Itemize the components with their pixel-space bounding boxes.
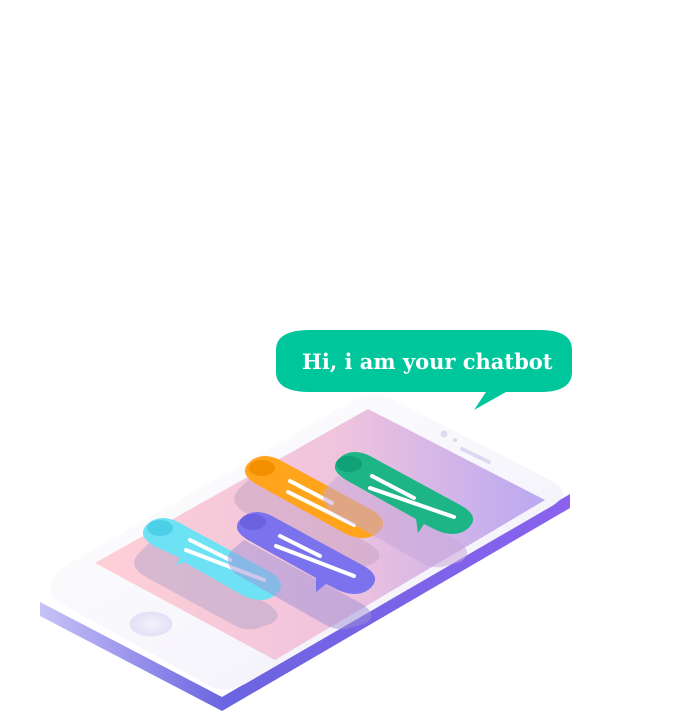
camera-icon [440, 430, 448, 438]
chatbot-phone-illustration: Hi, i am your chatbot [40, 330, 572, 711]
avatar-icon [249, 460, 275, 476]
illustration: Hi, i am your chatbot [0, 0, 680, 719]
chatbot-greeting-text: Hi, i am your chatbot [302, 349, 553, 374]
camera-dot-icon [453, 438, 457, 442]
chatbot-speech-bubble: Hi, i am your chatbot [276, 330, 572, 410]
home-button-icon[interactable] [129, 611, 173, 637]
avatar-icon [336, 456, 362, 472]
avatar-icon [147, 520, 173, 536]
avatar-icon [240, 514, 266, 530]
